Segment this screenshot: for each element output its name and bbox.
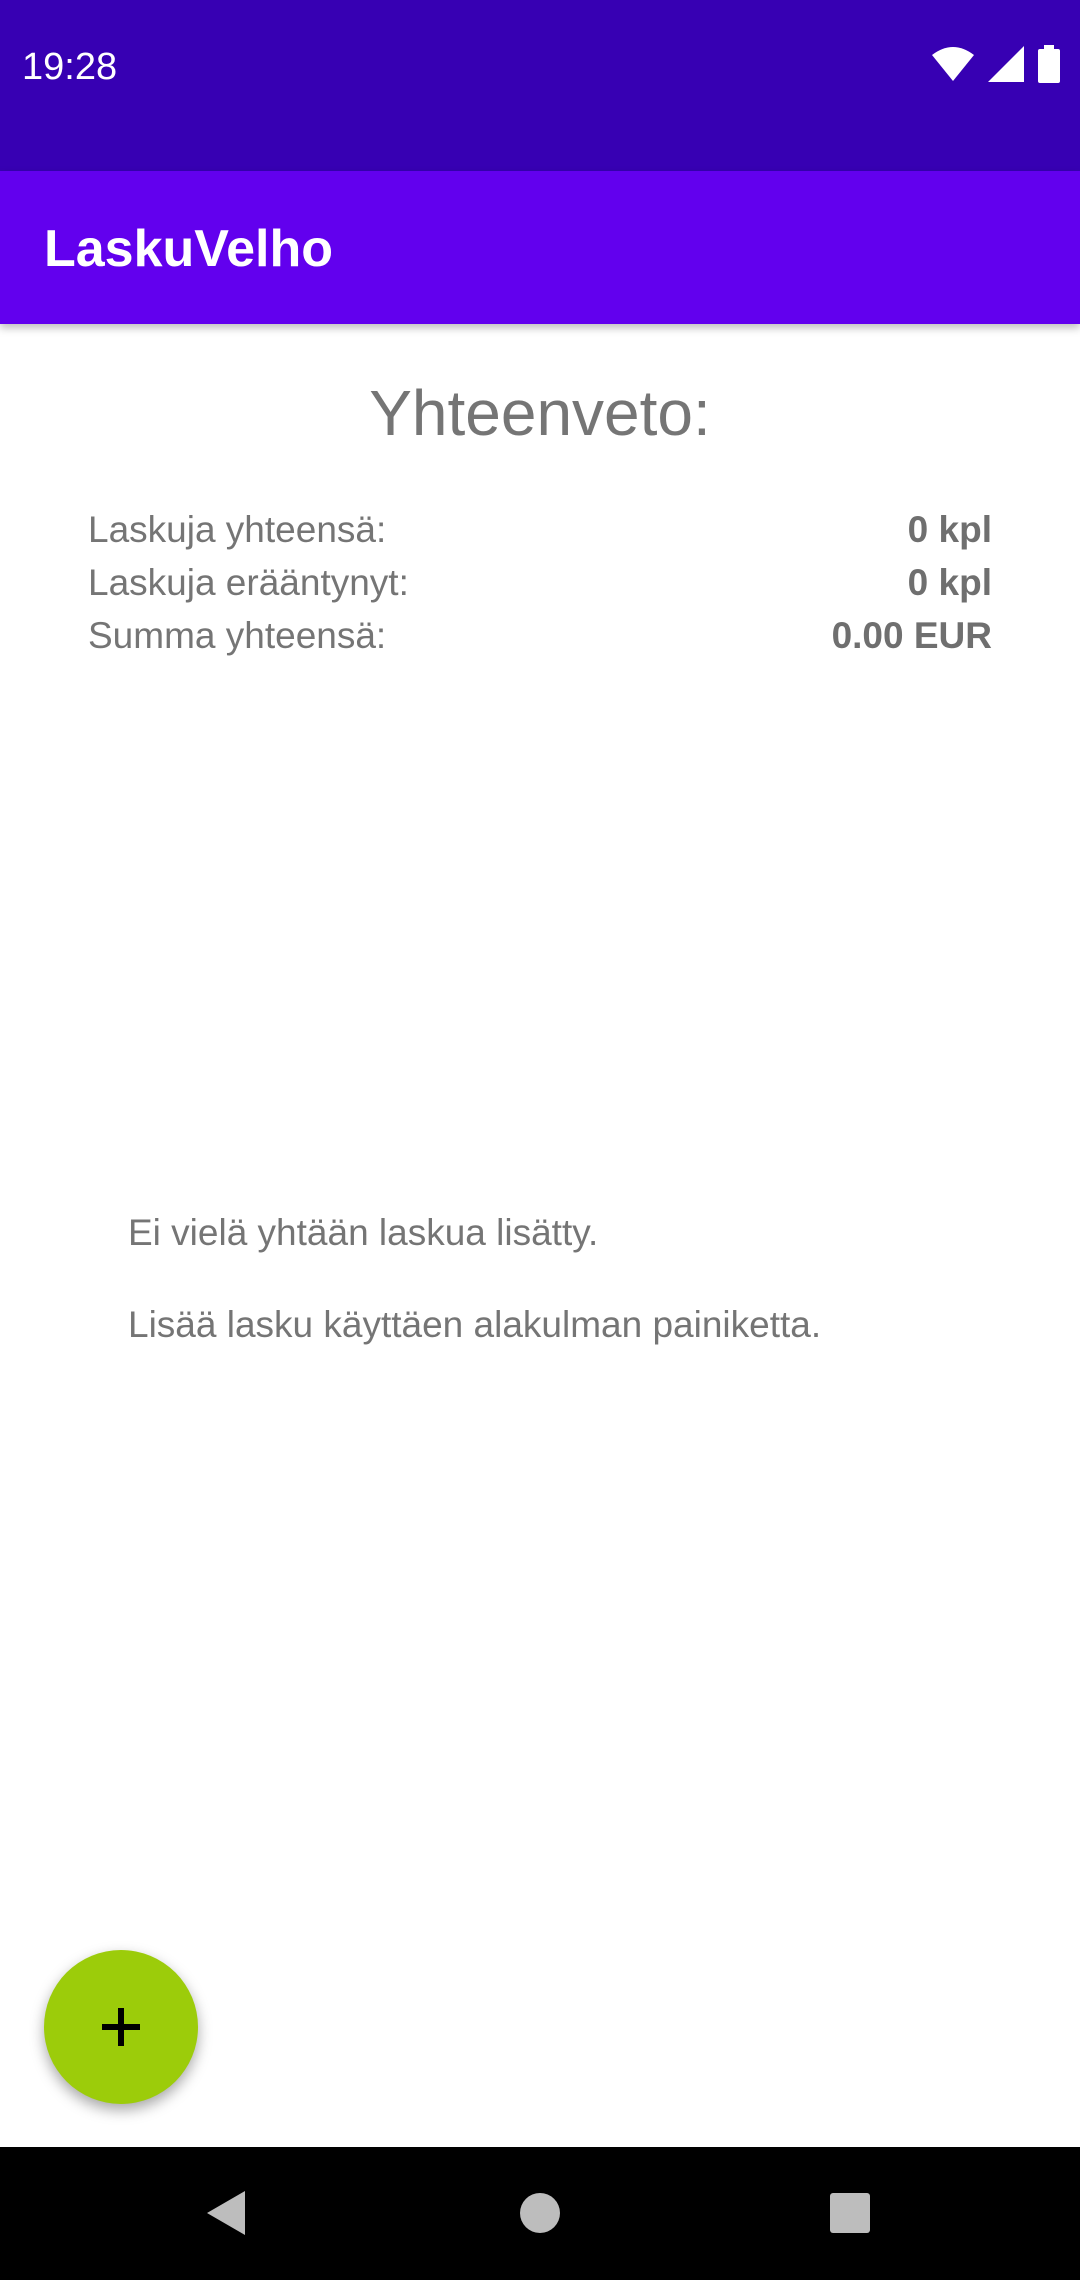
summary-value: 0.00 EUR [831, 614, 992, 656]
summary-label: Summa yhteensä: [88, 614, 387, 656]
status-bar: 19:28 [0, 0, 1080, 171]
summary-row-invoices-overdue: Laskuja erääntynyt: 0 kpl [88, 556, 992, 609]
app-title: LaskuVelho [44, 220, 333, 278]
status-icons [932, 44, 1060, 88]
plus-icon [102, 2008, 140, 2046]
screen: 19:28 LaskuVelho Yhteenveto: Laskuja yht… [0, 0, 1080, 2280]
summary-label: Laskuja erääntynyt: [88, 561, 409, 603]
cell-signal-icon [988, 45, 1024, 87]
summary-row-sum-total: Summa yhteensä: 0.00 EUR [88, 609, 992, 662]
wifi-icon [932, 46, 974, 86]
summary-table: Laskuja yhteensä: 0 kpl Laskuja erääntyn… [88, 503, 992, 662]
summary-row-invoices-total: Laskuja yhteensä: 0 kpl [88, 503, 992, 556]
battery-icon [1038, 44, 1060, 88]
home-button[interactable] [504, 2177, 576, 2249]
home-icon [520, 2193, 560, 2233]
recents-icon [830, 2193, 870, 2233]
status-time: 19:28 [22, 46, 118, 88]
back-icon [207, 2191, 245, 2235]
empty-state-message: Ei vielä yhtään laskua lisätty. [128, 1212, 599, 1253]
navigation-bar [0, 2147, 1080, 2280]
add-invoice-button[interactable] [44, 1950, 198, 2104]
summary-title: Yhteenveto: [369, 377, 711, 449]
recents-button[interactable] [814, 2177, 886, 2249]
summary-value: 0 kpl [907, 561, 992, 603]
summary-label: Laskuja yhteensä: [88, 508, 387, 550]
empty-state-hint: Lisää lasku käyttäen alakulman painikett… [128, 1304, 822, 1345]
app-bar: LaskuVelho [0, 171, 1080, 324]
back-button[interactable] [190, 2177, 262, 2249]
summary-value: 0 kpl [907, 508, 992, 550]
